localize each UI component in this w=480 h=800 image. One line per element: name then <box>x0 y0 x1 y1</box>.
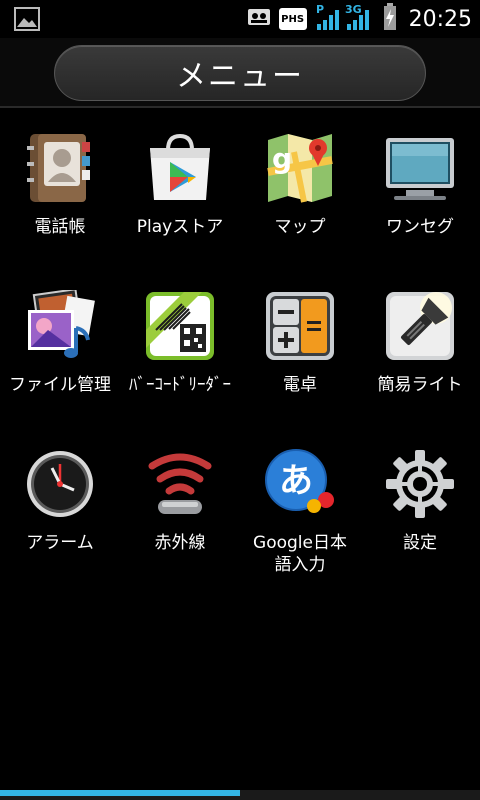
menu-item-label: ワンセグ <box>386 217 454 237</box>
menu-item-google-ime[interactable]: あ Google日本語入力 <box>240 448 360 576</box>
menu-item-barcode-reader[interactable]: ﾊﾞｰｺｰﾄﾞﾘｰﾀﾞｰ <box>120 290 240 396</box>
menu-item-settings[interactable]: 設定 <box>360 448 480 554</box>
menu-item-oneseg-tv[interactable]: ワンセグ <box>360 132 480 238</box>
title-bar: メニュー <box>0 38 480 108</box>
menu-item-play-store[interactable]: Playストア <box>120 132 240 238</box>
menu-item-label: 簡易ライト <box>377 375 463 395</box>
phs-badge: PHS <box>278 8 307 30</box>
play-store-icon <box>144 132 216 204</box>
menu-item-label: Playストア <box>136 217 224 237</box>
battery-charging-icon <box>383 3 397 35</box>
sim-card-icon <box>247 7 271 31</box>
flashlight-icon <box>384 290 456 362</box>
menu-item-label: ファイル管理 <box>9 375 111 395</box>
svg-text:P: P <box>316 3 324 16</box>
scroll-indicator <box>0 790 480 800</box>
maps-icon: g <box>264 132 336 204</box>
menu-item-label: 電話帳 <box>34 217 86 237</box>
tv-icon <box>384 132 456 204</box>
menu-item-infrared[interactable]: 赤外線 <box>120 448 240 554</box>
menu-item-flashlight[interactable]: 簡易ライト <box>360 290 480 396</box>
clock-time: 20:25 <box>408 6 472 32</box>
contacts-icon <box>24 132 96 204</box>
menu-item-label: マップ <box>274 217 326 237</box>
image-notification-icon <box>14 7 40 31</box>
menu-item-label: 設定 <box>403 533 437 553</box>
menu-item-label: Google日本語入力 <box>253 533 347 575</box>
settings-gear-icon <box>384 448 456 520</box>
menu-item-file-manager[interactable]: ファイル管理 <box>0 288 120 396</box>
infrared-icon <box>144 448 216 520</box>
alarm-clock-icon <box>24 448 96 520</box>
title-pill: メニュー <box>54 45 426 101</box>
menu-item-label: ﾊﾞｰｺｰﾄﾞﾘｰﾀﾞｰ <box>129 375 231 395</box>
barcode-reader-icon <box>144 290 216 362</box>
page-title: メニュー <box>176 59 304 94</box>
google-ime-icon: あ <box>264 448 336 520</box>
menu-item-calculator[interactable]: 電卓 <box>240 290 360 396</box>
svg-text:g: g <box>272 142 292 175</box>
menu-item-label: アラーム <box>26 533 94 553</box>
menu-item-label: 電卓 <box>283 375 317 395</box>
file-manager-icon <box>24 288 96 362</box>
menu-item-contacts[interactable]: 電話帳 <box>0 132 120 238</box>
svg-text:あ: あ <box>279 461 313 501</box>
menu-item-alarm[interactable]: アラーム <box>0 448 120 554</box>
status-bar: PHS P 3G 20:25 <box>0 0 480 38</box>
signal-strength-icon: P 3G <box>315 2 375 36</box>
svg-text:3G: 3G <box>345 3 362 16</box>
scroll-indicator-fill <box>0 790 240 796</box>
menu-item-label: 赤外線 <box>154 533 206 553</box>
menu-item-maps[interactable]: g マップ <box>240 132 360 238</box>
calculator-icon <box>264 290 336 362</box>
